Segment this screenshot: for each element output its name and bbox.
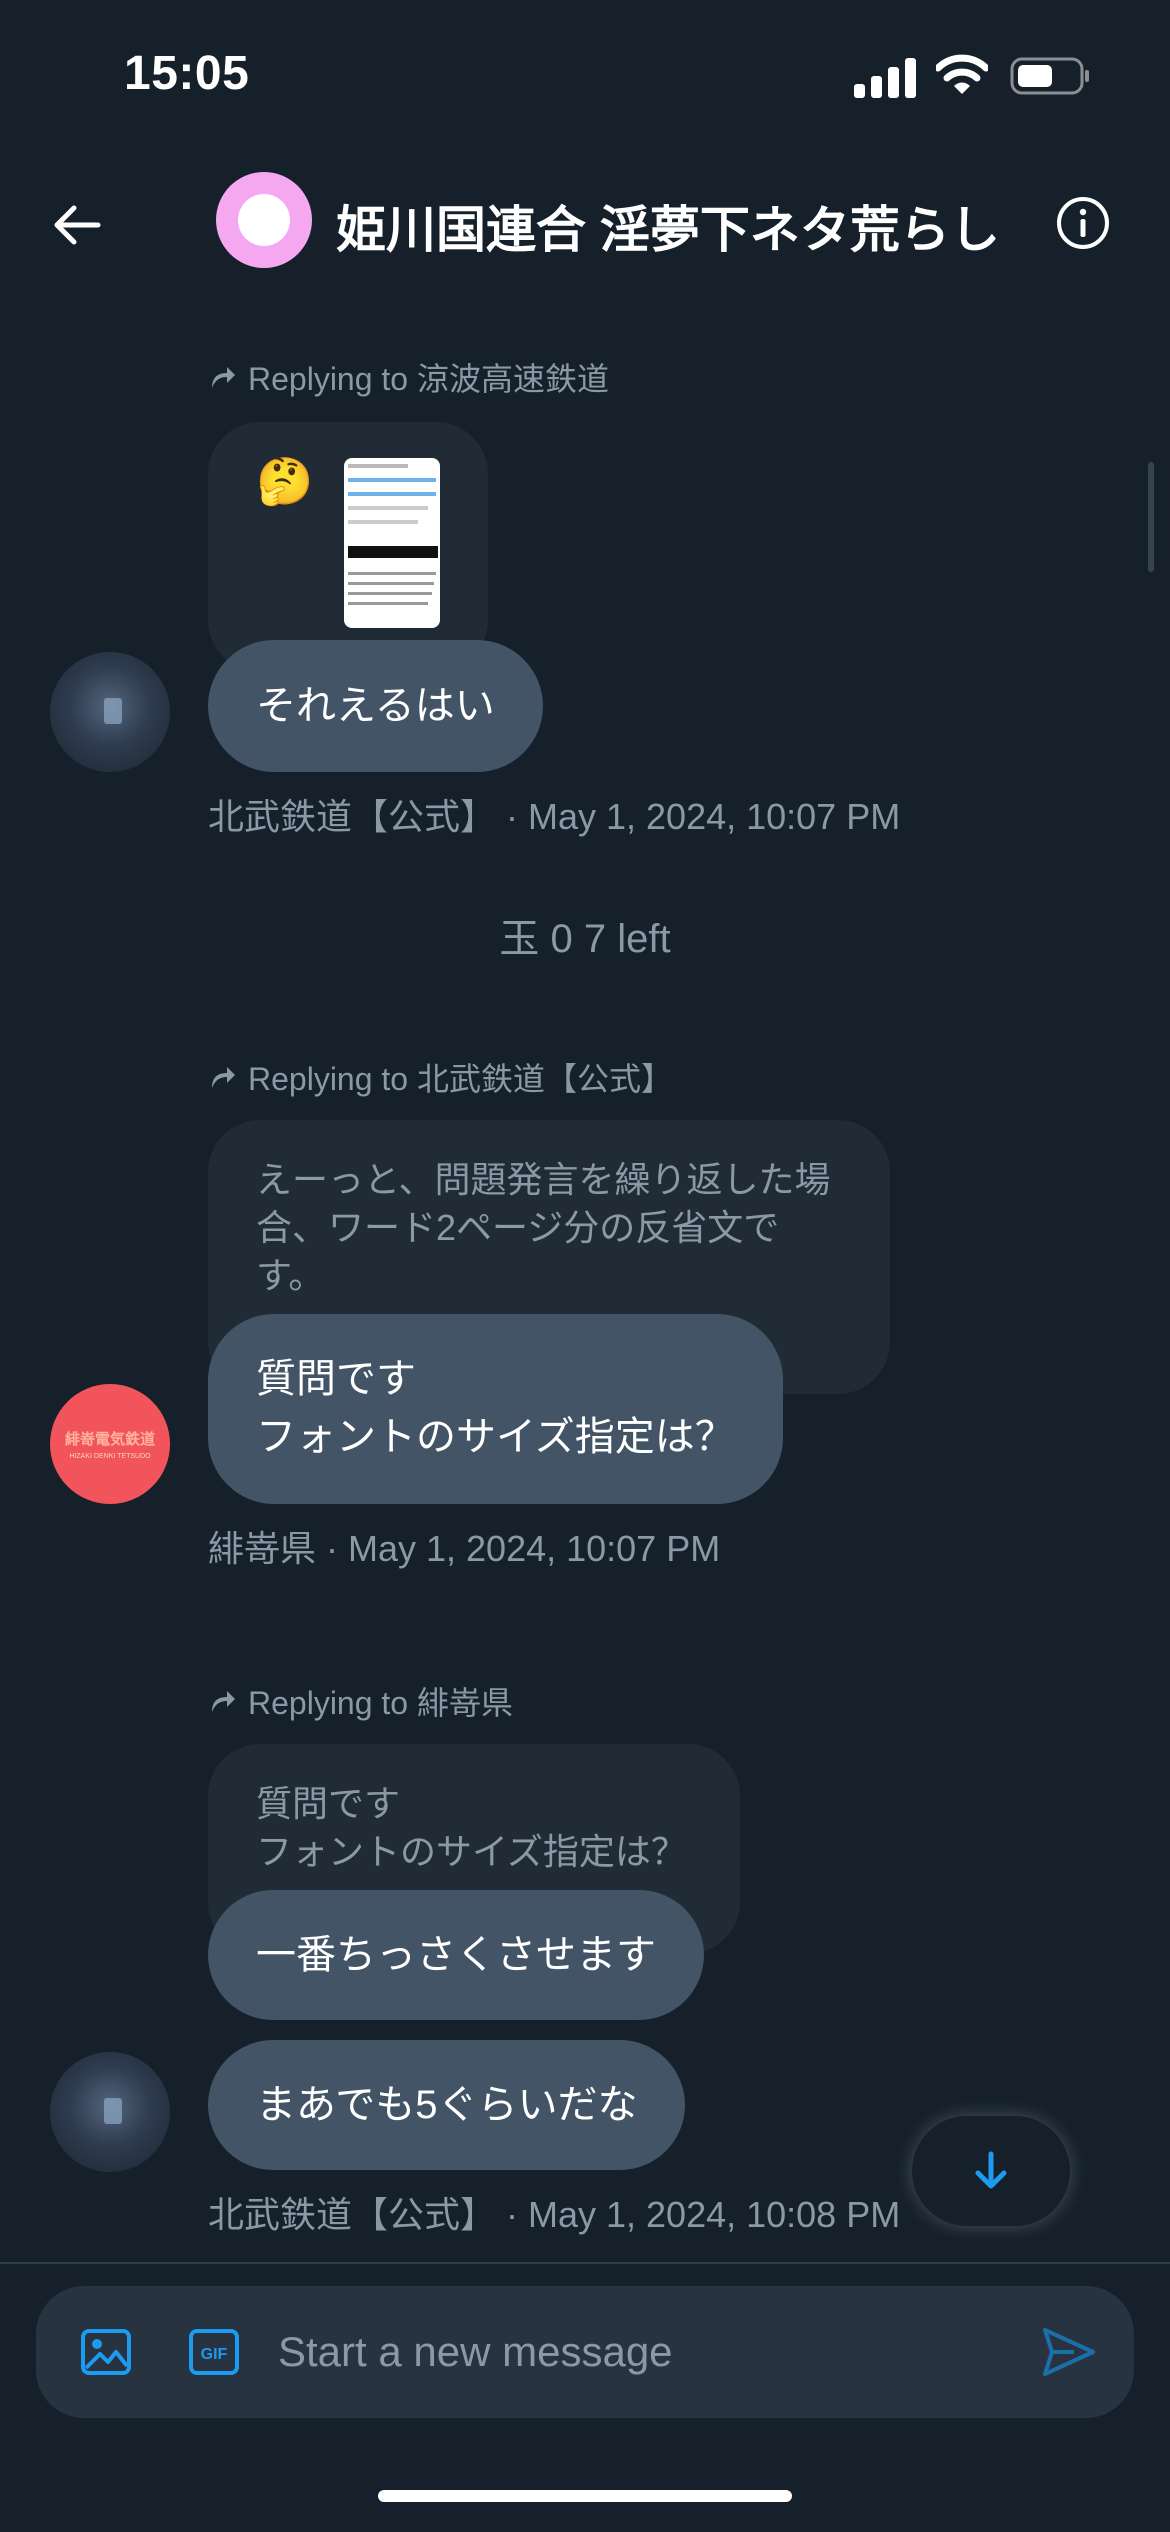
conversation-header: 姫川国連合 淫夢下ネタ荒らし [0, 140, 1170, 310]
sender-avatar[interactable] [50, 2052, 170, 2172]
replying-to-text: Replying to 北武鉄道【公式】 [248, 1061, 673, 1097]
scroll-to-bottom-button[interactable] [912, 2116, 1070, 2226]
conversation-title[interactable]: 姫川国連合 淫夢下ネタ荒らし [336, 190, 1000, 262]
reply-arrow-icon [212, 367, 235, 388]
avatar-logo-subtext: HIZAKI DENKI TETSUDO [69, 1453, 151, 1460]
message-bubble[interactable]: まあでも5ぐらいだな [208, 2040, 686, 2170]
avatar-logo-text: 緋嵜電気鉄道 [64, 1431, 155, 1448]
replying-to-label: Replying to 緋嵜県 [208, 1678, 513, 1724]
message-line: 質問です [256, 1357, 416, 1401]
reply-arrow-icon [212, 1691, 235, 1712]
status-time: 15:05 [124, 47, 250, 100]
message-composer: GIF [36, 2286, 1134, 2418]
quoted-line: 質問です [256, 1783, 401, 1824]
quoted-screenshot-thumbnail[interactable] [344, 458, 440, 628]
replying-to-text: Replying to 緋嵜県 [248, 1685, 513, 1721]
group-avatar[interactable] [216, 172, 312, 268]
replying-to-text: Replying to 涼波高速鉄道 [248, 361, 609, 397]
status-bar: 15:05 [0, 0, 1170, 140]
quoted-line: えーっと、問題発言を繰り返した場 [256, 1159, 831, 1200]
wifi-icon [936, 54, 988, 94]
replying-to-label: Replying to 涼波高速鉄道 [208, 354, 609, 400]
thinking-emoji: 🤔 [256, 454, 314, 508]
quoted-line: す。 [256, 1255, 325, 1296]
send-icon[interactable] [1040, 2324, 1098, 2380]
svg-text:GIF: GIF [201, 2346, 228, 2363]
reply-arrow-icon [212, 1067, 235, 1088]
message-bubble[interactable]: 質問です フォントのサイズ指定は？ [208, 1314, 783, 1504]
system-note: 玉 0 7 left [499, 917, 671, 961]
sender-avatar[interactable]: 緋嵜電気鉄道 HIZAKI DENKI TETSUDO [50, 1384, 170, 1504]
composer-divider [0, 2262, 1170, 2264]
quoted-line: フォントのサイズ指定は？ [256, 1831, 687, 1872]
signal-icon [854, 58, 916, 98]
message-bubble[interactable]: 一番ちっさくさせます [208, 1890, 704, 2020]
message-meta: 北武鉄道【公式】 · May 1, 2024, 10:08 PM [208, 2194, 901, 2235]
info-icon[interactable] [1054, 194, 1112, 252]
message-input[interactable] [276, 2316, 996, 2388]
replying-to-label: Replying to 北武鉄道【公式】 [208, 1054, 673, 1100]
arrow-down-icon [975, 2151, 1007, 2189]
battery-icon [1010, 57, 1089, 95]
message-meta: 緋嵜県 · May 1, 2024, 10:07 PM [208, 1528, 721, 1569]
home-indicator[interactable] [378, 2490, 792, 2502]
quoted-line: 合、ワード2ページ分の反省文で [256, 1207, 780, 1248]
message-line: フォントのサイズ指定は？ [256, 1415, 735, 1459]
message-meta: 北武鉄道【公式】 · May 1, 2024, 10:07 PM [208, 796, 901, 837]
gif-icon[interactable]: GIF [186, 2324, 242, 2380]
message-bubble[interactable]: それえるはい [208, 640, 543, 772]
scrollbar-thumb[interactable] [1148, 462, 1154, 572]
image-icon[interactable] [78, 2324, 134, 2380]
sender-avatar[interactable] [50, 652, 170, 772]
dm-conversation-screen: 15:05 姫川国連合 淫夢下ネタ荒らし Replying to 涼波高速鉄道 … [0, 0, 1170, 2532]
back-arrow-icon[interactable] [48, 196, 106, 254]
